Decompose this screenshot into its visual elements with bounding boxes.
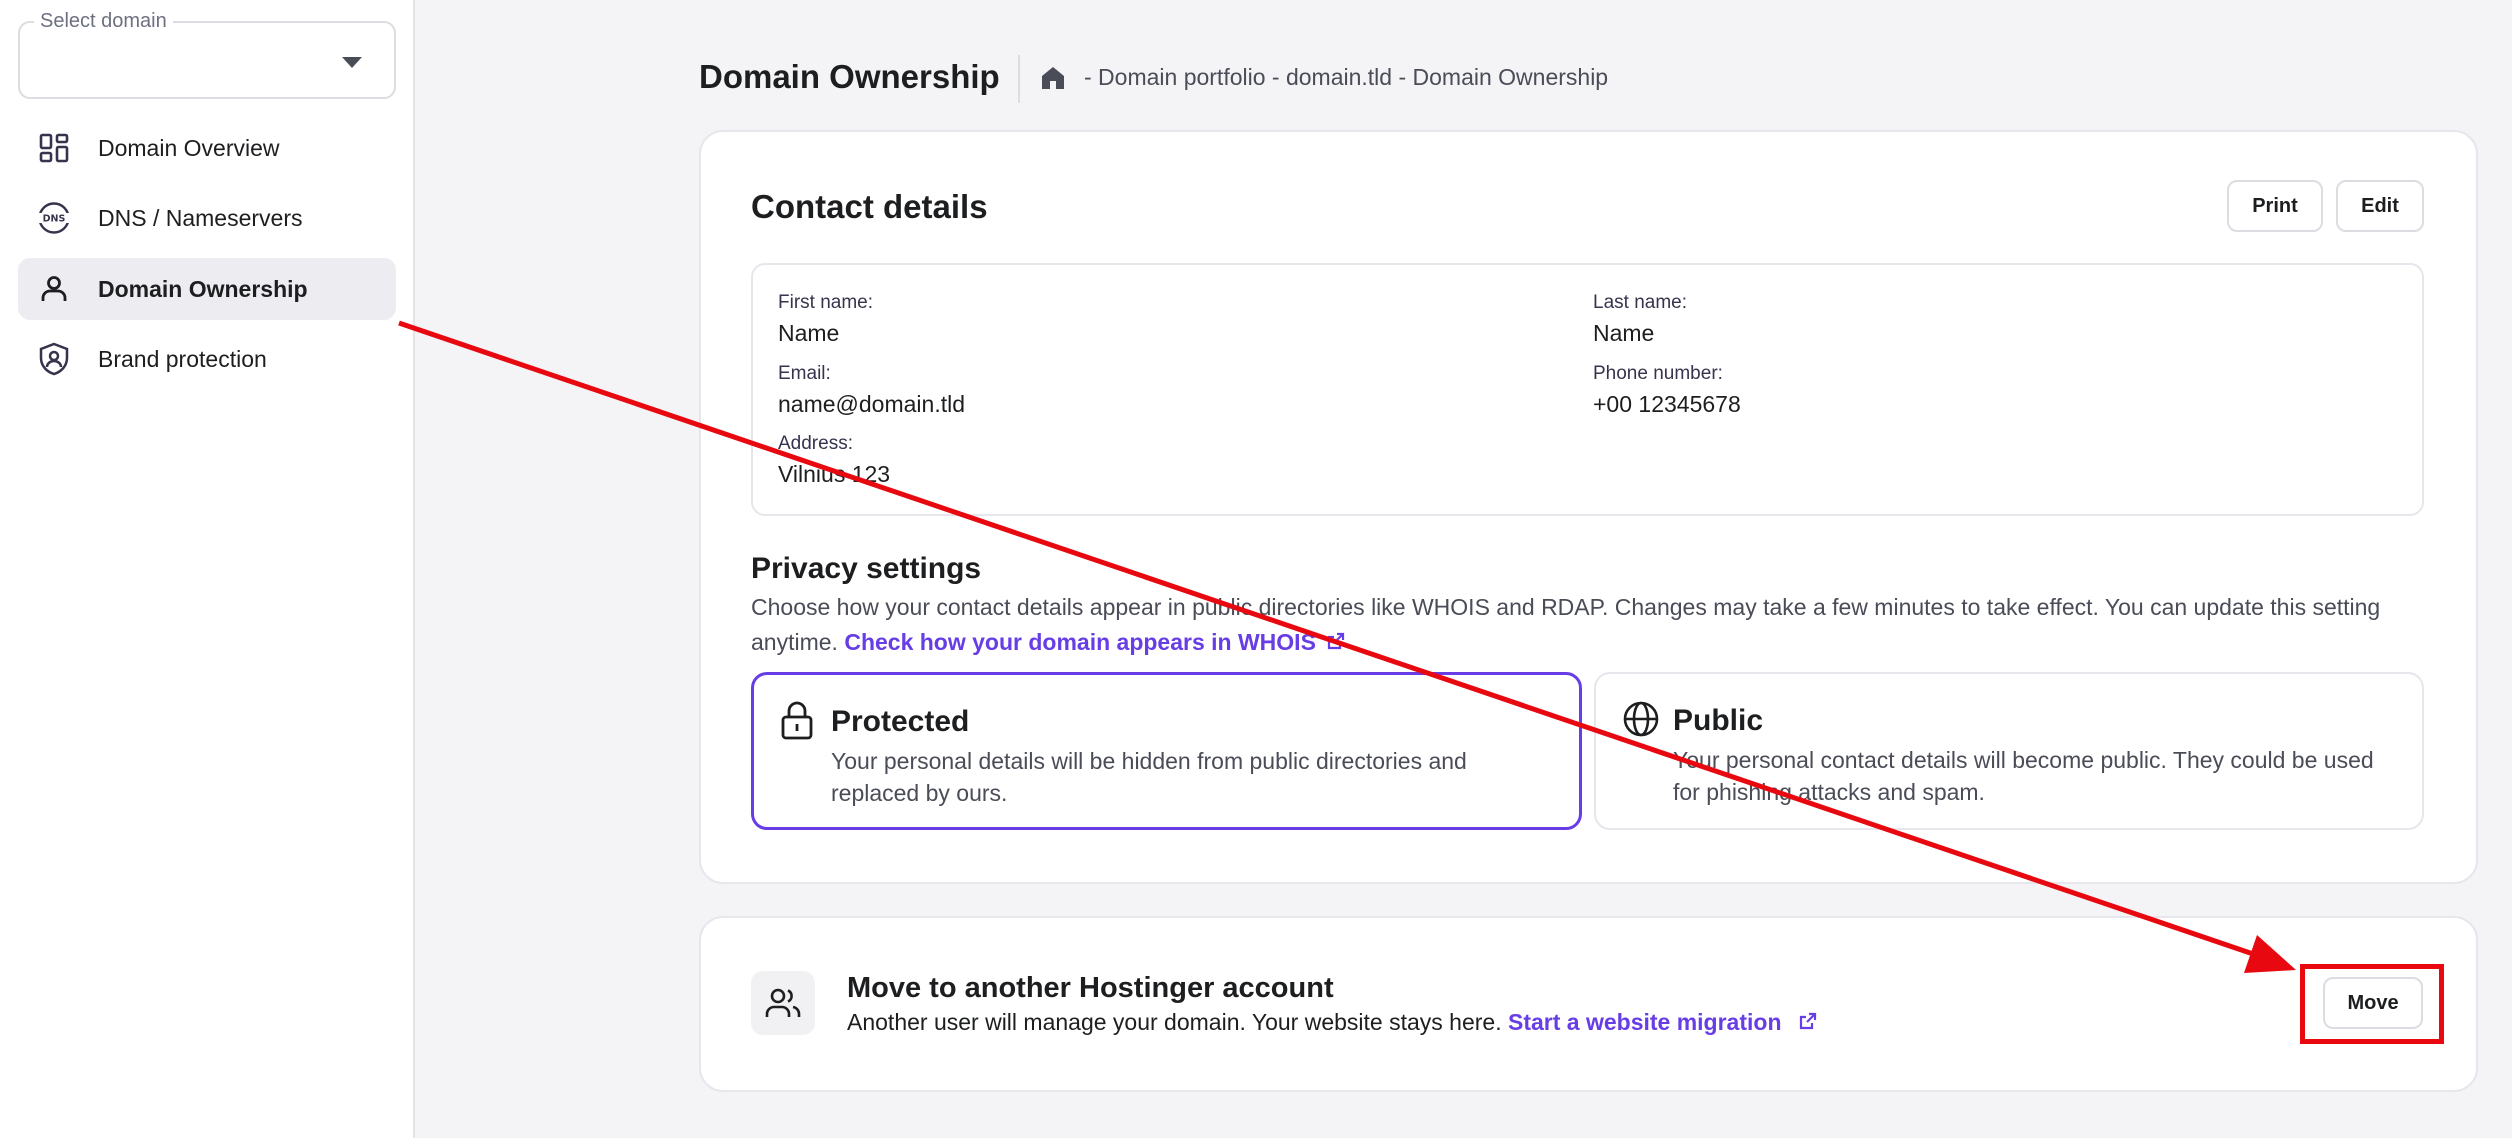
privacy-settings-title: Privacy settings	[751, 552, 982, 585]
sidebar: Select domain Domain Overview DNS DNS / …	[0, 0, 415, 1138]
svg-text:DNS: DNS	[43, 214, 66, 225]
move-account-title: Move to another Hostinger account	[847, 972, 1334, 1004]
chevron-down-icon[interactable]	[342, 57, 362, 68]
move-account-description: Another user will manage your domain. Yo…	[847, 1009, 1818, 1037]
home-icon[interactable]	[1040, 65, 1066, 91]
public-title: Public	[1673, 704, 1764, 737]
contact-details-title: Contact details	[751, 188, 988, 225]
address-label: Address:	[778, 433, 853, 454]
whois-check-link[interactable]: Check how your domain appears in WHOIS	[844, 629, 1346, 655]
privacy-option-public[interactable]: Public Your personal contact details wil…	[1594, 672, 2424, 830]
protected-description: Your personal details will be hidden fro…	[831, 748, 1467, 806]
sidebar-item-label: Domain Ownership	[98, 275, 308, 302]
move-description-text: Another user will manage your domain. Yo…	[847, 1009, 1502, 1035]
public-description: Your personal contact details will becom…	[1673, 747, 2374, 805]
migration-link-label: Start a website migration	[1507, 1009, 1782, 1035]
print-button[interactable]: Print	[2227, 180, 2323, 232]
email-value: name@domain.tld	[778, 391, 965, 417]
phone-label: Phone number:	[1593, 363, 1723, 384]
website-migration-link[interactable]: Start a website migration	[1508, 1009, 1818, 1035]
last-name-value: Name	[1593, 320, 1655, 346]
sidebar-item-domain-ownership[interactable]: Domain Ownership	[18, 258, 396, 320]
first-name-label: First name:	[778, 292, 874, 313]
person-icon	[34, 269, 74, 309]
address-value: Vilnius 123	[778, 461, 891, 487]
grid-icon	[34, 128, 74, 168]
lock-icon	[780, 701, 814, 746]
last-name-label: Last name:	[1593, 292, 1687, 313]
domain-select[interactable]: Select domain	[18, 10, 396, 99]
sidebar-item-label: DNS / Nameservers	[98, 204, 303, 231]
globe-icon	[1622, 700, 1660, 743]
sidebar-item-domain-overview[interactable]: Domain Overview	[18, 117, 396, 179]
external-link-icon	[1326, 626, 1346, 661]
whois-link-label: Check how your domain appears in WHOIS	[844, 629, 1316, 655]
first-name-value: Name	[778, 320, 840, 346]
page-title: Domain Ownership	[699, 58, 1000, 95]
edit-button[interactable]: Edit	[2336, 180, 2424, 232]
external-link-icon	[1798, 1010, 1818, 1037]
sidebar-item-brand-protection[interactable]: Brand protection	[18, 328, 396, 390]
email-label: Email:	[778, 363, 831, 384]
breadcrumb-path[interactable]: - Domain portfolio - domain.tld - Domain…	[1084, 64, 1608, 91]
privacy-option-protected[interactable]: Protected Your personal details will be …	[751, 672, 1582, 830]
sidebar-item-label: Domain Overview	[98, 134, 280, 161]
sidebar-item-dns-nameservers[interactable]: DNS DNS / Nameservers	[18, 187, 396, 249]
phone-value: +00 12345678	[1593, 391, 1741, 417]
domain-select-label: Select domain	[34, 10, 173, 33]
annotation-highlight-box	[2300, 964, 2444, 1044]
protected-title: Protected	[831, 705, 970, 738]
users-icon	[751, 971, 815, 1035]
breadcrumb: - Domain portfolio - domain.tld - Domain…	[1040, 64, 1608, 91]
sidebar-item-label: Brand protection	[98, 345, 267, 372]
contact-details-box: First name: Name Last name: Name Email: …	[751, 263, 2424, 516]
privacy-description: Choose how your contact details appear i…	[751, 590, 2431, 661]
title-divider	[1018, 55, 1020, 103]
shield-icon	[34, 339, 74, 379]
dns-icon: DNS	[34, 198, 74, 238]
